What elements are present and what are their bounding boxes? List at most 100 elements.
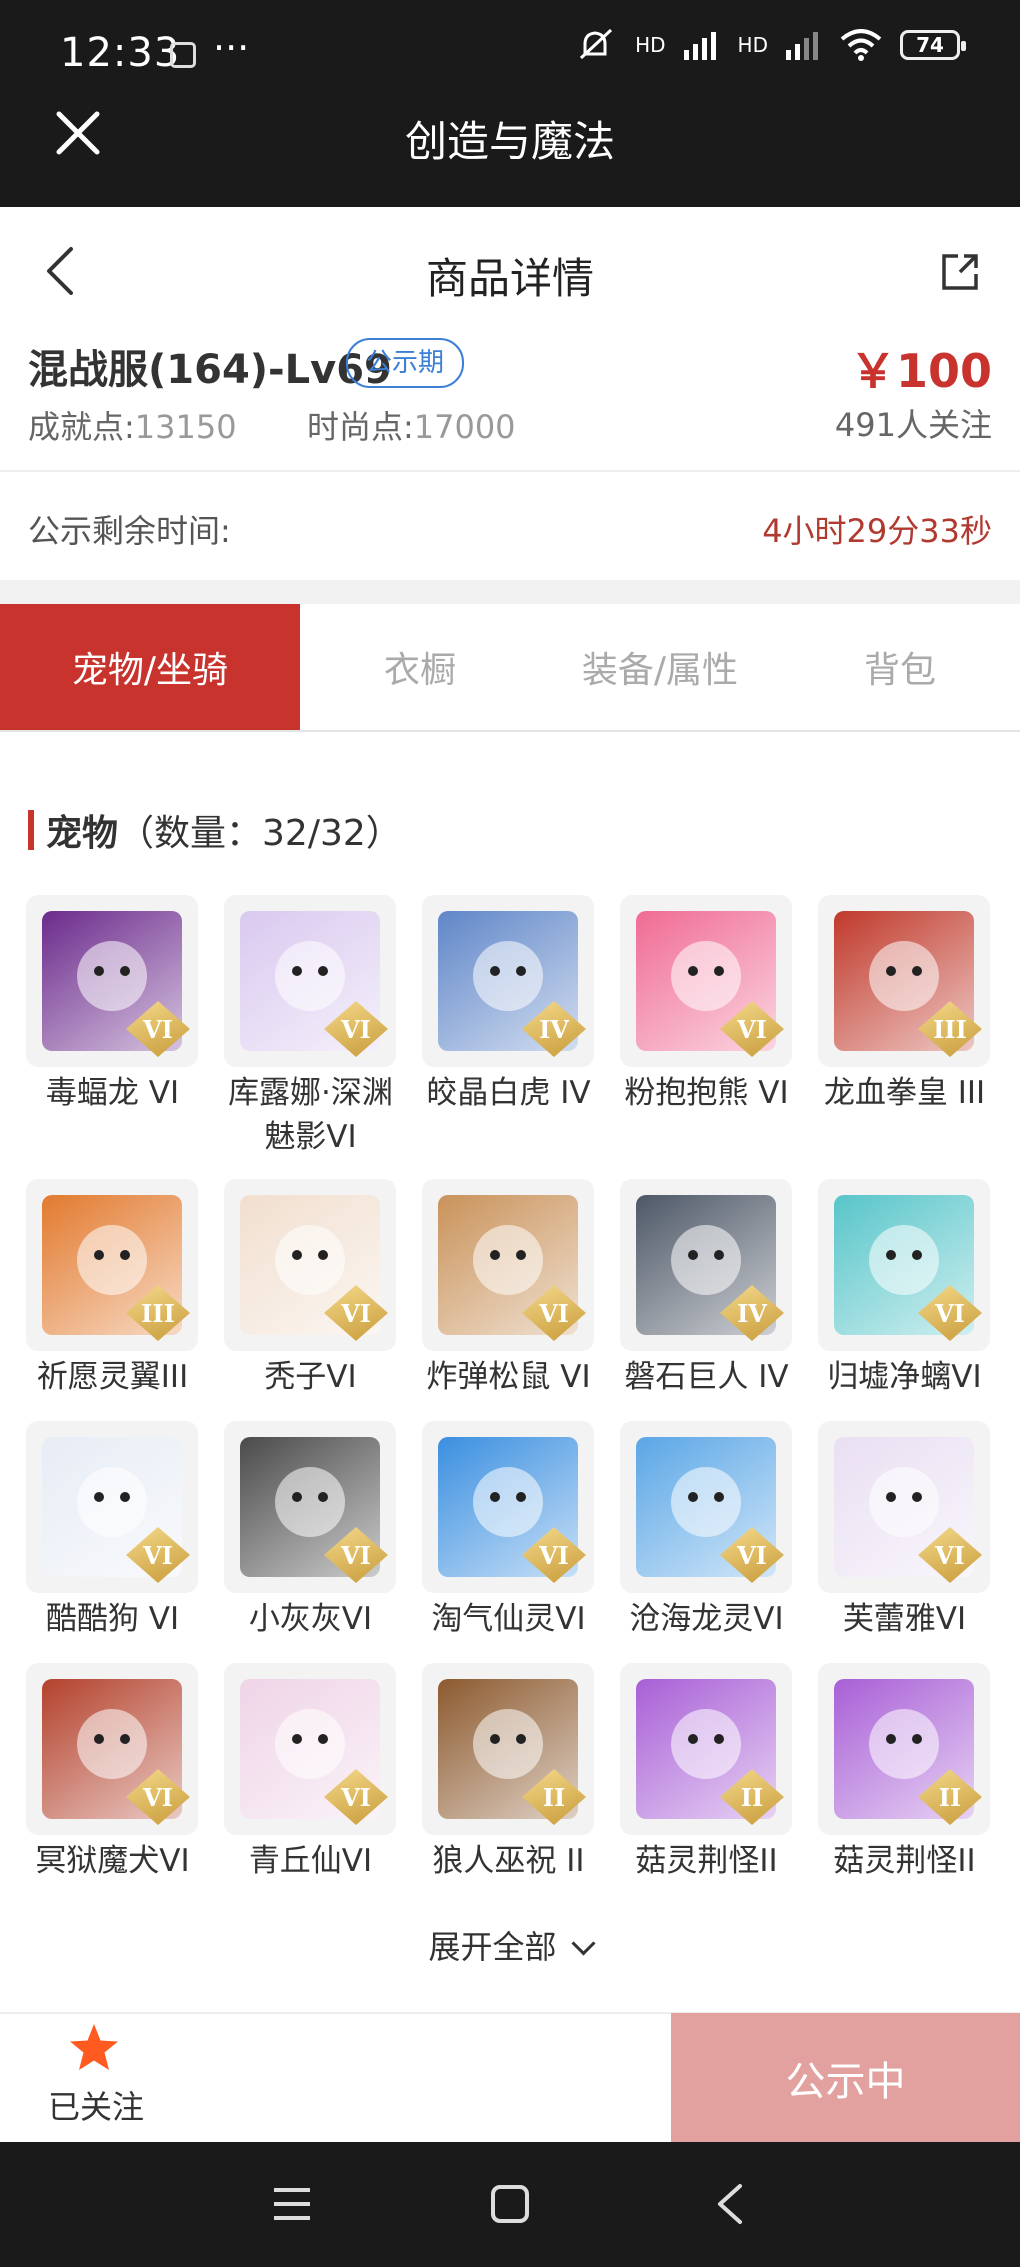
pet-card[interactable]: VI 归墟净螭VI bbox=[818, 1179, 991, 1399]
pet-image: VI bbox=[422, 1179, 594, 1351]
pet-card[interactable]: III 龙血拳皇 III bbox=[818, 895, 991, 1115]
status-button[interactable]: 公示中 bbox=[671, 2013, 1020, 2142]
pet-name: 淘气仙灵VI bbox=[431, 1601, 586, 1637]
pet-name: 冥狱魔犬VI bbox=[35, 1843, 190, 1879]
pet-image: VI bbox=[224, 1179, 396, 1351]
star-icon[interactable] bbox=[67, 2022, 121, 2074]
pet-name: 小灰灰VI bbox=[248, 1601, 373, 1637]
pet-name: 毒蝠龙 VI bbox=[45, 1075, 180, 1111]
section-gap bbox=[0, 580, 1020, 604]
pet-card[interactable]: VI 库露娜·深渊魅影VI bbox=[224, 895, 397, 1159]
followed-label[interactable]: 已关注 bbox=[48, 2082, 144, 2128]
mute-icon bbox=[580, 28, 613, 60]
pet-card[interactable]: VI 沧海龙灵VI bbox=[620, 1421, 793, 1641]
pet-card[interactable]: II 菇灵荆怪II bbox=[620, 1663, 793, 1883]
pet-card[interactable]: IV 皎晶白虎 IV bbox=[422, 895, 595, 1115]
pet-image: VI bbox=[26, 1663, 198, 1835]
fashion-label: 时尚点: bbox=[306, 408, 414, 446]
pet-image: IV bbox=[422, 895, 594, 1067]
price: ￥100 bbox=[849, 344, 992, 398]
battery-level: 74 bbox=[916, 33, 944, 57]
pet-name: 祈愿灵翼III bbox=[36, 1359, 189, 1395]
section-count: （数量：32/32） bbox=[118, 813, 402, 854]
nav-back-icon[interactable] bbox=[716, 2182, 744, 2226]
chevron-down-icon bbox=[570, 1931, 596, 1956]
pet-card[interactable]: III 祈愿灵翼III bbox=[26, 1179, 199, 1399]
tab-backpack[interactable]: 背包 bbox=[780, 604, 1020, 730]
pet-image: VI bbox=[620, 1421, 792, 1593]
pet-image: VI bbox=[26, 895, 198, 1067]
item-stats: 成就点:13150 时尚点:17000 bbox=[28, 402, 516, 448]
pet-card[interactable]: II 狼人巫祝 II bbox=[422, 1663, 595, 1883]
pet-image: VI bbox=[224, 1663, 396, 1835]
pet-name: 秃子VI bbox=[264, 1359, 357, 1395]
pet-name: 狼人巫祝 II bbox=[432, 1843, 585, 1879]
status-time: 12:33 bbox=[60, 30, 181, 76]
follow-count: 491人关注 bbox=[834, 406, 992, 444]
pet-image: IV bbox=[620, 1179, 792, 1351]
pet-image: VI bbox=[422, 1421, 594, 1593]
pet-name: 芙蕾雅VI bbox=[842, 1601, 967, 1637]
pet-name: 皎晶白虎 IV bbox=[426, 1075, 591, 1111]
timer-value: 4小时29分33秒 bbox=[762, 512, 992, 550]
menu-icon[interactable] bbox=[272, 2186, 312, 2222]
tab-pets-mounts[interactable]: 宠物/坐骑 bbox=[0, 604, 300, 730]
pet-card[interactable]: VI 芙蕾雅VI bbox=[818, 1421, 991, 1641]
pet-image: II bbox=[818, 1663, 990, 1835]
page-title: 商品详情 bbox=[425, 254, 594, 303]
section-marker bbox=[28, 810, 34, 850]
pet-name: 菇灵荆怪II bbox=[833, 1843, 976, 1879]
share-icon[interactable] bbox=[940, 252, 980, 292]
more-notifications-icon: ··· bbox=[213, 26, 250, 70]
pet-name: 青丘仙VI bbox=[248, 1843, 373, 1879]
achievement-label: 成就点: bbox=[28, 408, 135, 446]
pet-image: VI bbox=[224, 895, 396, 1067]
pet-name: 炸弹松鼠 VI bbox=[426, 1359, 591, 1395]
pet-card[interactable]: VI 小灰灰VI bbox=[224, 1421, 397, 1641]
pet-image: VI bbox=[620, 895, 792, 1067]
pet-name: 归墟净螭VI bbox=[827, 1359, 982, 1395]
item-name: 混战服(164)-Lv69 bbox=[28, 347, 392, 393]
pet-card[interactable]: VI 秃子VI bbox=[224, 1179, 397, 1399]
pet-card[interactable]: VI 炸弹松鼠 VI bbox=[422, 1179, 595, 1399]
pet-image: III bbox=[818, 895, 990, 1067]
achievement-value: 13150 bbox=[134, 408, 237, 446]
pet-name: 龙血拳皇 III bbox=[823, 1075, 986, 1111]
fashion-value: 17000 bbox=[413, 408, 516, 446]
pet-name: 沧海龙灵VI bbox=[629, 1601, 784, 1637]
pet-card[interactable]: II 菇灵荆怪II bbox=[818, 1663, 991, 1883]
pet-card[interactable]: VI 酷酷狗 VI bbox=[26, 1421, 199, 1641]
notification-icon bbox=[170, 42, 196, 68]
pet-card[interactable]: IV 磐石巨人 IV bbox=[620, 1179, 793, 1399]
pet-card[interactable]: VI 青丘仙VI bbox=[224, 1663, 397, 1883]
pet-image: III bbox=[26, 1179, 198, 1351]
pet-card[interactable]: VI 冥狱魔犬VI bbox=[26, 1663, 199, 1883]
divider bbox=[0, 470, 1020, 472]
section-title-text: 宠物 bbox=[46, 813, 119, 854]
expand-label: 展开全部 bbox=[428, 1928, 557, 1966]
signal-hd-label-1: HD bbox=[635, 33, 666, 57]
pet-card[interactable]: VI 淘气仙灵VI bbox=[422, 1421, 595, 1641]
status-badge: 公示期 bbox=[346, 338, 465, 388]
pet-name: 酷酷狗 VI bbox=[45, 1601, 180, 1637]
home-icon[interactable] bbox=[490, 2184, 530, 2224]
pet-card[interactable]: VI 毒蝠龙 VI bbox=[26, 895, 199, 1115]
timer-label: 公示剩余时间: bbox=[28, 512, 231, 550]
pet-name: 粉抱抱熊 VI bbox=[624, 1075, 789, 1111]
pet-image: VI bbox=[26, 1421, 198, 1593]
pet-card[interactable]: VI 粉抱抱熊 VI bbox=[620, 895, 793, 1115]
signal-hd-label-2: HD bbox=[737, 33, 768, 57]
section-title: 宠物（数量：32/32） bbox=[46, 804, 402, 856]
pet-image: VI bbox=[818, 1179, 990, 1351]
tab-wardrobe[interactable]: 衣橱 bbox=[300, 604, 540, 730]
wifi-icon bbox=[840, 29, 882, 61]
expand-all-button[interactable]: 展开全部 bbox=[0, 1922, 1020, 1968]
battery-icon: 74 bbox=[900, 30, 966, 60]
pet-image: II bbox=[620, 1663, 792, 1835]
pet-image: II bbox=[422, 1663, 594, 1835]
status-icons: HD HD 74 bbox=[577, 28, 966, 62]
pet-name: 磐石巨人 IV bbox=[624, 1359, 789, 1395]
tab-equipment[interactable]: 装备/属性 bbox=[540, 604, 780, 730]
signal-icon bbox=[683, 32, 716, 60]
signal-icon-2 bbox=[786, 32, 818, 60]
